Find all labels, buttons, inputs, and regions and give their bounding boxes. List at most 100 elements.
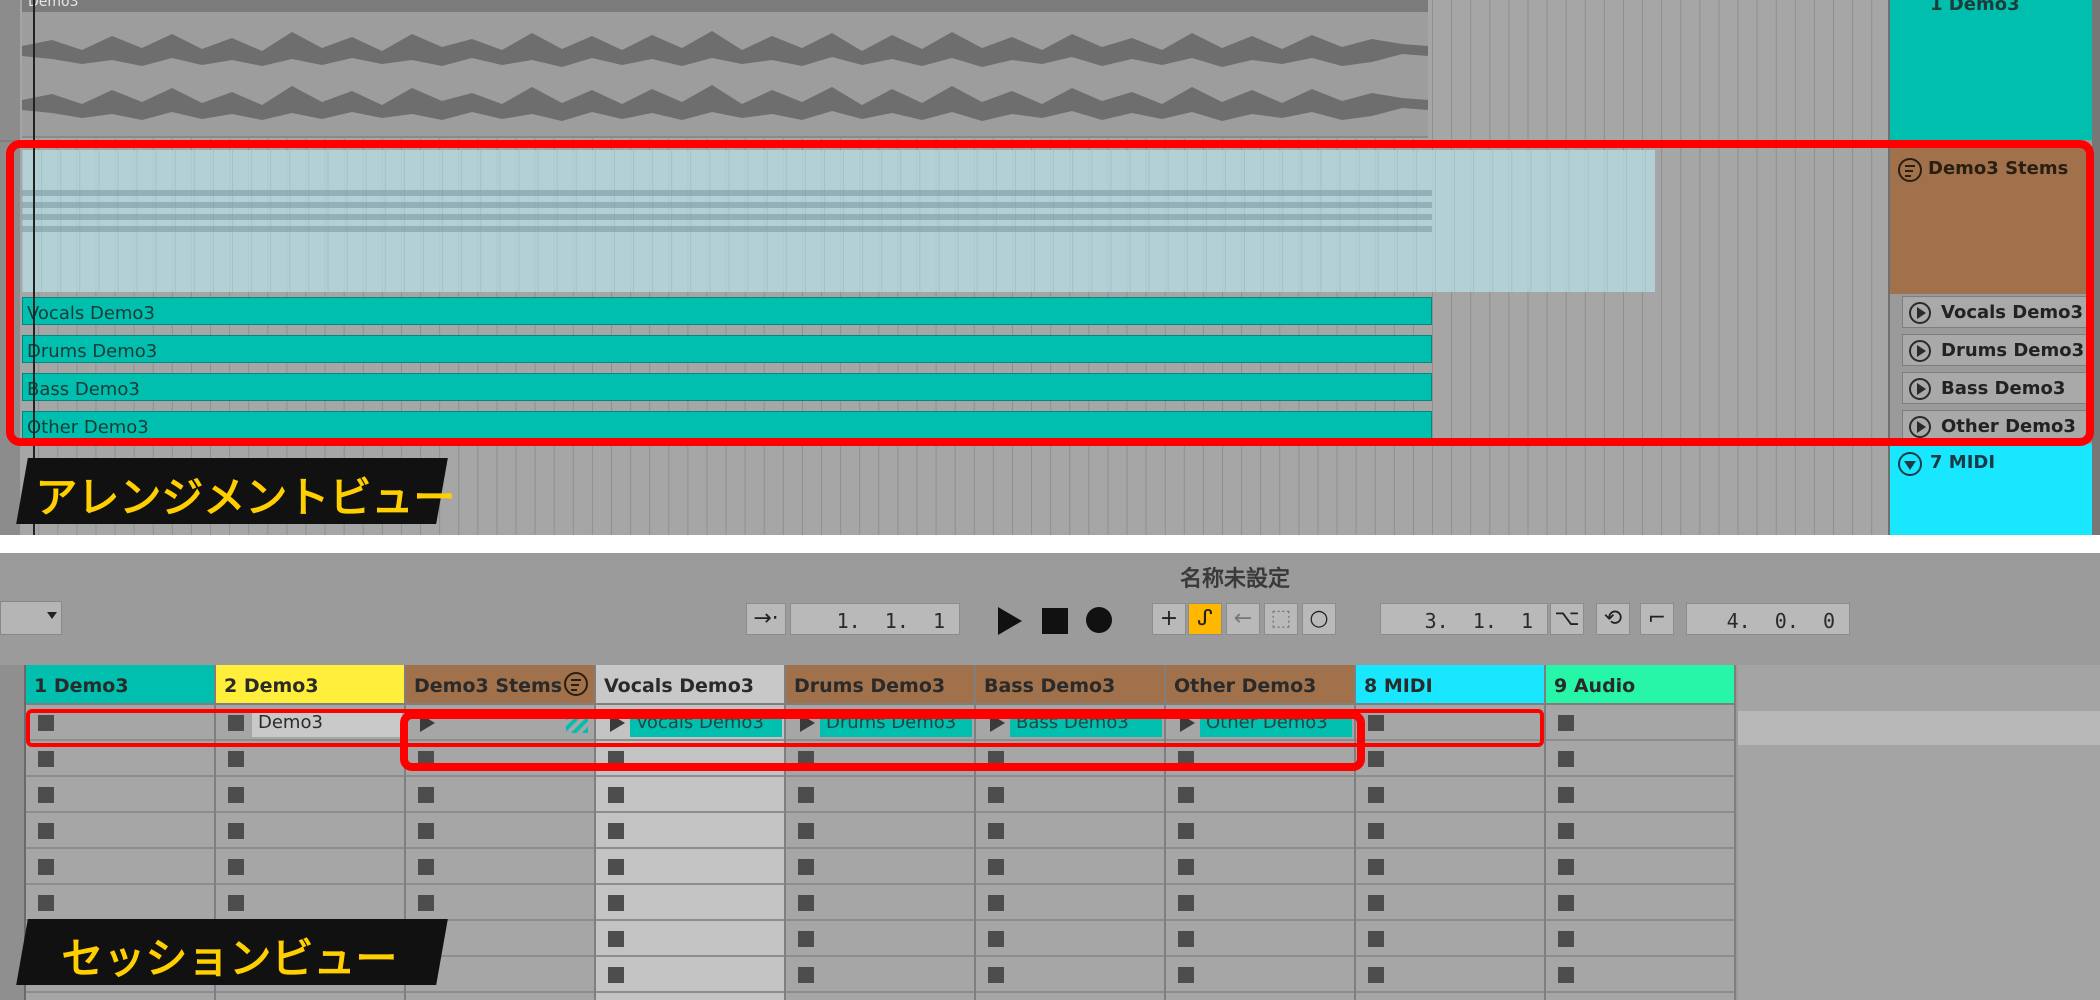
clip-slot[interactable]	[976, 849, 1164, 885]
clip-slot[interactable]	[1166, 849, 1354, 885]
clip-stop-icon[interactable]	[1178, 787, 1194, 803]
clip-stop-icon[interactable]	[1368, 931, 1384, 947]
clip-slot[interactable]	[786, 885, 974, 921]
clip-stop-icon[interactable]	[1558, 931, 1574, 947]
arrangement-position-field[interactable]: 1. 1. 1	[790, 603, 960, 635]
loop-length-field[interactable]: 4. 0. 0	[1686, 603, 1850, 635]
track-title-bar[interactable]: Other Demo3	[1166, 665, 1354, 705]
clip-stop-icon[interactable]	[1558, 715, 1574, 731]
clip-stop-icon[interactable]	[608, 895, 624, 911]
session-record-button[interactable]: ○	[1302, 603, 1336, 635]
clip-slot[interactable]	[26, 813, 214, 849]
clip-stop-icon[interactable]	[988, 967, 1004, 983]
clip-slot[interactable]	[1356, 813, 1544, 849]
clip-stop-icon[interactable]	[798, 823, 814, 839]
clip-slot[interactable]	[786, 777, 974, 813]
clip-stop-icon[interactable]	[1558, 823, 1574, 839]
clip-stop-icon[interactable]	[1558, 895, 1574, 911]
track-title-bar[interactable]: 2 Demo3	[216, 665, 404, 705]
stop-button[interactable]	[1042, 608, 1068, 634]
clip-stop-icon[interactable]	[418, 895, 434, 911]
clip-slot[interactable]	[1546, 705, 1734, 741]
clip-slot[interactable]	[26, 849, 214, 885]
group-fold-icon[interactable]	[564, 672, 588, 696]
demo-audio-clip[interactable]: Demo3	[22, 0, 1428, 138]
clip-slot[interactable]	[216, 813, 404, 849]
track-title-bar[interactable]: Vocals Demo3	[596, 665, 784, 705]
clip-stop-icon[interactable]	[1558, 751, 1574, 767]
clip-slot[interactable]	[1546, 849, 1734, 885]
clip-slot[interactable]	[1546, 921, 1734, 957]
left-dropdown[interactable]	[0, 601, 62, 635]
overdub-button[interactable]: +	[1152, 603, 1186, 635]
clip-stop-icon[interactable]	[1368, 751, 1384, 767]
clip-stop-icon[interactable]	[38, 859, 54, 875]
clip-stop-icon[interactable]	[228, 859, 244, 875]
clip-slot[interactable]	[596, 777, 784, 813]
loop-start-field[interactable]: 3. 1. 1	[1380, 603, 1548, 635]
clip-stop-icon[interactable]	[1368, 967, 1384, 983]
clip-stop-icon[interactable]	[1558, 859, 1574, 875]
clip-stop-icon[interactable]	[988, 823, 1004, 839]
clip-slot[interactable]	[786, 957, 974, 993]
clip-slot[interactable]	[1546, 777, 1734, 813]
clip-stop-icon[interactable]	[228, 751, 244, 767]
track-title-bar[interactable]: Demo3 Stems	[406, 665, 594, 705]
clip-slot[interactable]	[216, 777, 404, 813]
record-button[interactable]	[1086, 607, 1114, 635]
re-enable-automation-button[interactable]: ←	[1226, 603, 1260, 635]
clip-slot[interactable]	[976, 957, 1164, 993]
clip-stop-icon[interactable]	[608, 787, 624, 803]
clip-stop-icon[interactable]	[608, 823, 624, 839]
clip-stop-icon[interactable]	[418, 859, 434, 875]
clip-stop-icon[interactable]	[798, 967, 814, 983]
clip-slot[interactable]	[1166, 777, 1354, 813]
clip-stop-icon[interactable]	[1178, 967, 1194, 983]
clip-stop-icon[interactable]	[38, 895, 54, 911]
clip-stop-icon[interactable]	[38, 751, 54, 767]
track-title-bar[interactable]: Drums Demo3	[786, 665, 974, 705]
clip-stop-icon[interactable]	[608, 931, 624, 947]
fold-arrow-icon[interactable]	[1898, 452, 1922, 476]
clip-slot[interactable]	[1166, 885, 1354, 921]
clip-slot[interactable]	[1356, 921, 1544, 957]
track-title-bar[interactable]: Bass Demo3	[976, 665, 1164, 705]
clip-slot[interactable]	[1166, 957, 1354, 993]
clip-stop-icon[interactable]	[1178, 859, 1194, 875]
track-title-bar[interactable]: 1 Demo3	[26, 665, 214, 705]
clip-slot[interactable]	[976, 777, 1164, 813]
clip-slot[interactable]	[786, 813, 974, 849]
clip-slot[interactable]	[406, 777, 594, 813]
clip-stop-icon[interactable]	[1368, 787, 1384, 803]
clip-slot[interactable]	[1356, 885, 1544, 921]
clip-stop-icon[interactable]	[228, 823, 244, 839]
clip-stop-icon[interactable]	[1178, 823, 1194, 839]
play-button[interactable]	[994, 605, 1024, 635]
clip-stop-icon[interactable]	[798, 931, 814, 947]
clip-slot[interactable]	[976, 813, 1164, 849]
clip-stop-icon[interactable]	[1368, 895, 1384, 911]
clip-slot[interactable]	[1166, 921, 1354, 957]
clip-slot[interactable]	[1546, 885, 1734, 921]
track-header-demo[interactable]: 1 Demo3	[1890, 0, 2092, 140]
clip-slot[interactable]	[596, 957, 784, 993]
clip-slot[interactable]	[406, 849, 594, 885]
clip-stop-icon[interactable]	[988, 895, 1004, 911]
clip-slot[interactable]	[1166, 813, 1354, 849]
clip-slot[interactable]	[786, 921, 974, 957]
clip-slot[interactable]	[596, 849, 784, 885]
clip-stop-icon[interactable]	[1558, 967, 1574, 983]
punch-in-button[interactable]: ⌥	[1550, 603, 1584, 635]
clip-slot[interactable]	[406, 885, 594, 921]
clip-slot[interactable]	[406, 813, 594, 849]
clip-stop-icon[interactable]	[418, 787, 434, 803]
clip-stop-icon[interactable]	[798, 859, 814, 875]
clip-slot[interactable]	[1546, 741, 1734, 777]
clip-stop-icon[interactable]	[228, 787, 244, 803]
loop-switch-button[interactable]: ⟲	[1596, 603, 1630, 635]
clip-stop-icon[interactable]	[1368, 823, 1384, 839]
clip-slot[interactable]	[26, 777, 214, 813]
clip-slot[interactable]	[1356, 849, 1544, 885]
clip-slot[interactable]	[976, 885, 1164, 921]
follow-button[interactable]: →⋅	[746, 603, 786, 635]
